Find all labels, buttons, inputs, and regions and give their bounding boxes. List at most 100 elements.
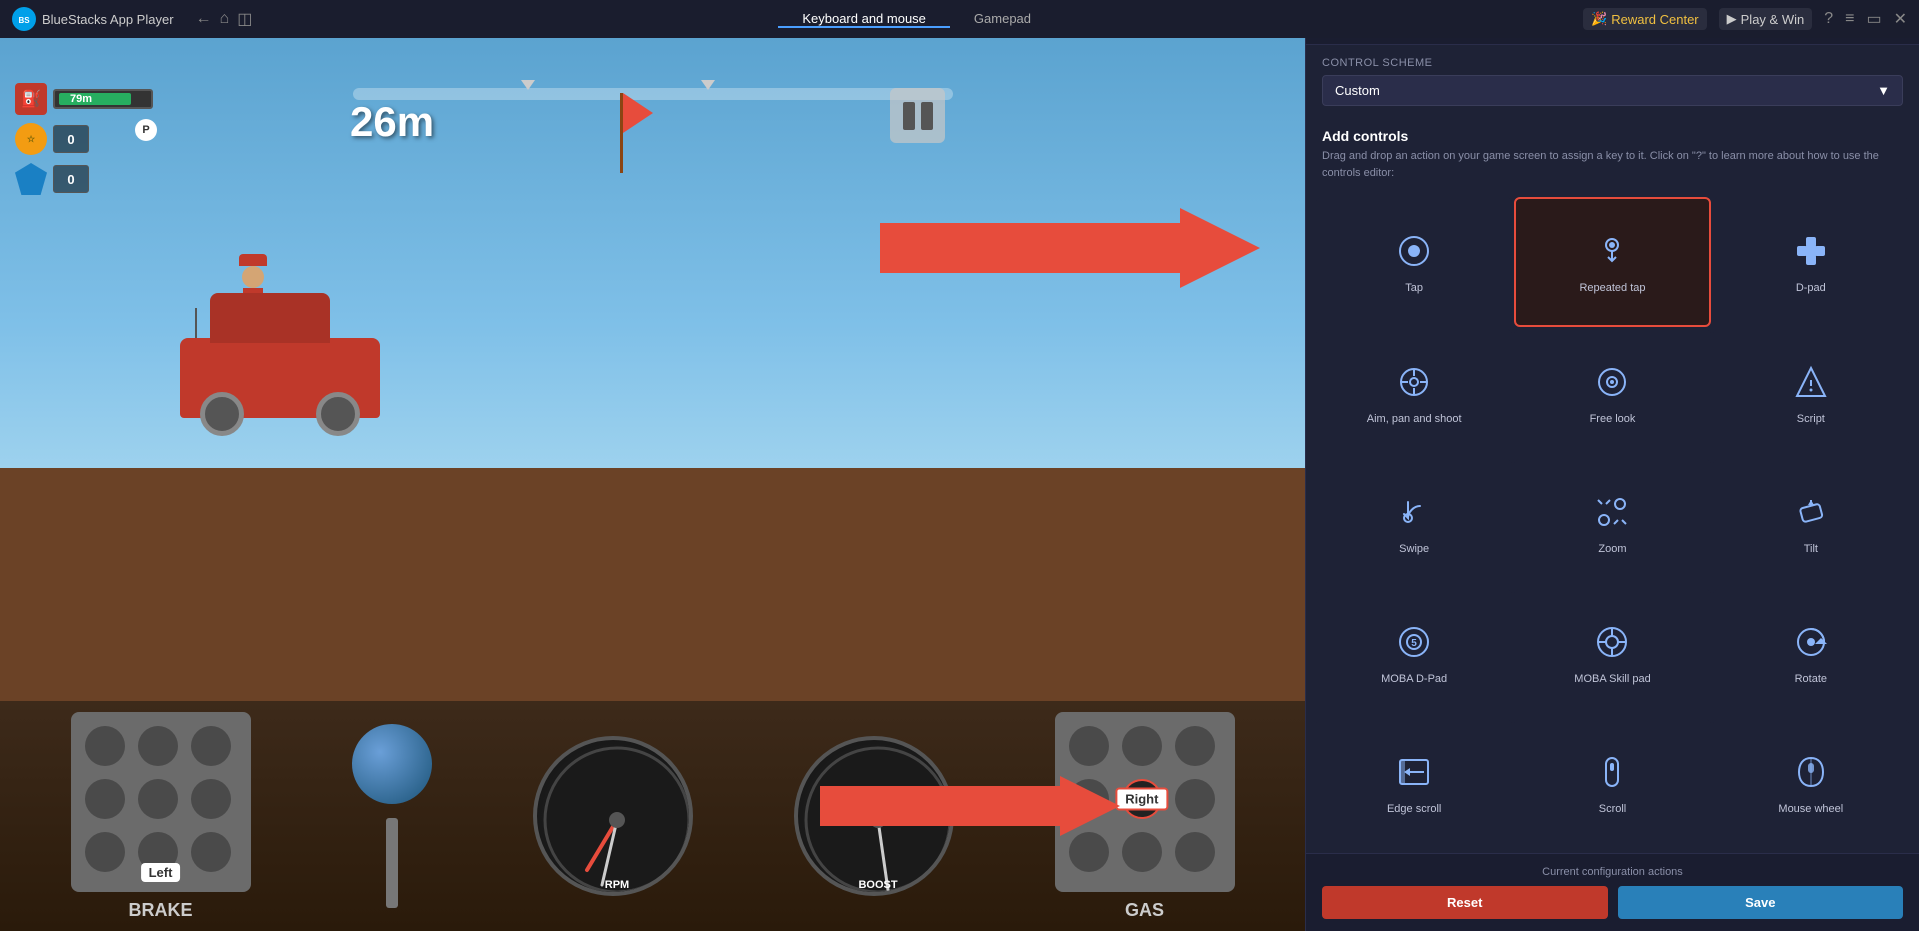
p-badge: P <box>135 119 157 141</box>
brake-hole-1 <box>85 726 125 766</box>
control-tap[interactable]: Tap <box>1316 197 1512 327</box>
footer-label: Current configuration actions <box>1322 866 1903 878</box>
add-controls-desc: Drag and drop an action on your game scr… <box>1322 148 1903 181</box>
car-wheel-left <box>200 392 244 436</box>
svg-text:RPM: RPM <box>604 879 628 891</box>
control-dpad[interactable]: D-pad <box>1713 197 1909 327</box>
add-controls-title: Add controls <box>1322 128 1903 144</box>
steering-shaft <box>386 818 398 908</box>
controls-panel: Controls editor ? ✕ Control scheme Custo… <box>1305 0 1919 931</box>
app-logo-icon: BS <box>12 7 36 31</box>
scheme-dropdown[interactable]: Custom ▼ <box>1322 75 1903 106</box>
progress-marker-end <box>701 80 715 90</box>
save-button[interactable]: Save <box>1618 886 1904 919</box>
zoom-icon <box>1590 490 1634 534</box>
brake-left-label: Left <box>141 863 181 882</box>
brake-hole-6 <box>191 779 231 819</box>
tap-icon <box>1392 229 1436 273</box>
scheme-value: Custom <box>1335 83 1380 98</box>
scheme-label: Control scheme <box>1322 57 1903 69</box>
control-moba-dpad[interactable]: 5 MOBA D-Pad <box>1316 589 1512 717</box>
play-win-button[interactable]: ▶ Play & Win <box>1719 8 1813 30</box>
control-scroll[interactable]: Scroll <box>1514 719 1710 847</box>
game-area: ⛽ 79m ☆ P 0 0 26m <box>0 38 1305 931</box>
tabs: Keyboard and mouse Gamepad <box>262 11 1571 28</box>
control-aim-pan-shoot[interactable]: Aim, pan and shoot <box>1316 329 1512 457</box>
gas-hole-7 <box>1069 832 1109 872</box>
moba-dpad-icon: 5 <box>1392 620 1436 664</box>
svg-text:BS: BS <box>18 16 30 25</box>
control-repeated-tap[interactable]: Repeated tap <box>1514 197 1710 327</box>
footer-buttons: Reset Save <box>1322 886 1903 919</box>
windows-icon[interactable]: ◫ <box>237 9 252 29</box>
control-swipe[interactable]: Swipe <box>1316 459 1512 587</box>
repeated-tap-label: Repeated tap <box>1579 281 1645 295</box>
rotate-icon <box>1789 620 1833 664</box>
flag-triangle <box>623 93 653 133</box>
moba-dpad-label: MOBA D-Pad <box>1381 672 1447 686</box>
marker-triangle-end <box>701 80 715 90</box>
help-icon[interactable]: ? <box>1824 10 1833 28</box>
back-icon[interactable]: ← <box>196 10 212 28</box>
tilt-label: Tilt <box>1804 542 1818 556</box>
moba-skill-pad-icon <box>1590 620 1634 664</box>
brake-hole-4 <box>85 779 125 819</box>
gas-right-label: Right <box>1115 787 1168 810</box>
brake-hole-5 <box>138 779 178 819</box>
distance-text: 26m <box>350 98 434 146</box>
mouse-wheel-label: Mouse wheel <box>1778 802 1843 816</box>
driver-hat <box>239 254 267 266</box>
reset-button[interactable]: Reset <box>1322 886 1608 919</box>
script-label: Script <box>1797 412 1825 426</box>
control-scheme-section: Control scheme Custom ▼ <box>1306 45 1919 118</box>
driver-head <box>242 266 264 288</box>
brake-hole-7 <box>85 832 125 872</box>
progress-marker-start <box>521 80 535 90</box>
control-zoom[interactable]: Zoom <box>1514 459 1710 587</box>
gas-text: GAS <box>1125 900 1164 921</box>
playnwin-icon: ▶ <box>1727 11 1737 27</box>
brake-hole-2 <box>138 726 178 766</box>
script-icon <box>1789 360 1833 404</box>
tab-gamepad[interactable]: Gamepad <box>950 11 1055 28</box>
app-logo-area: BS BlueStacks App Player <box>0 7 186 31</box>
zoom-label: Zoom <box>1598 542 1626 556</box>
home-icon[interactable]: ⌂ <box>220 10 230 28</box>
rpm-gauge: RPM <box>533 736 693 896</box>
control-tilt[interactable]: Tilt <box>1713 459 1909 587</box>
gem-hud-item: 0 <box>15 163 153 195</box>
edge-scroll-icon <box>1392 750 1436 794</box>
window-icon[interactable]: ▭ <box>1866 9 1881 29</box>
control-rotate[interactable]: Rotate <box>1713 589 1909 717</box>
gas-hole-2 <box>1122 726 1162 766</box>
steering-ball <box>352 724 432 804</box>
control-free-look[interactable]: Free look <box>1514 329 1710 457</box>
reward-icon: 🎉 <box>1591 11 1607 27</box>
swipe-icon <box>1392 490 1436 534</box>
brake-text: BRAKE <box>128 900 192 921</box>
hud-left: ⛽ 79m ☆ P 0 0 <box>15 83 153 195</box>
pause-bar-right <box>921 102 933 130</box>
coin-icon: ☆ P <box>15 123 47 155</box>
control-mouse-wheel[interactable]: Mouse wheel <box>1713 719 1909 847</box>
pause-button[interactable] <box>890 88 945 143</box>
repeated-tap-icon <box>1590 229 1634 273</box>
svg-text:5: 5 <box>1411 638 1417 649</box>
scroll-icon <box>1590 750 1634 794</box>
nav-icons: ← ⌂ ◫ <box>186 9 263 29</box>
control-edge-scroll[interactable]: Edge scroll <box>1316 719 1512 847</box>
topbar: BS BlueStacks App Player ← ⌂ ◫ Keyboard … <box>0 0 1919 38</box>
close-icon[interactable]: ✕ <box>1894 9 1907 29</box>
menu-icon[interactable]: ≡ <box>1845 10 1854 28</box>
tab-keyboard-mouse[interactable]: Keyboard and mouse <box>778 11 950 28</box>
control-script[interactable]: Script <box>1713 329 1909 457</box>
reward-center-button[interactable]: 🎉 Reward Center <box>1583 8 1707 30</box>
car-wheel-right <box>316 392 360 436</box>
edge-scroll-label: Edge scroll <box>1387 802 1441 816</box>
dropdown-chevron-icon: ▼ <box>1877 83 1890 98</box>
red-arrow-repeated-tap <box>880 208 1260 288</box>
gas-hole-3 <box>1175 726 1215 766</box>
gas-hole-5: Right <box>1122 779 1162 819</box>
control-moba-skill-pad[interactable]: MOBA Skill pad <box>1514 589 1710 717</box>
car-top <box>210 293 330 343</box>
